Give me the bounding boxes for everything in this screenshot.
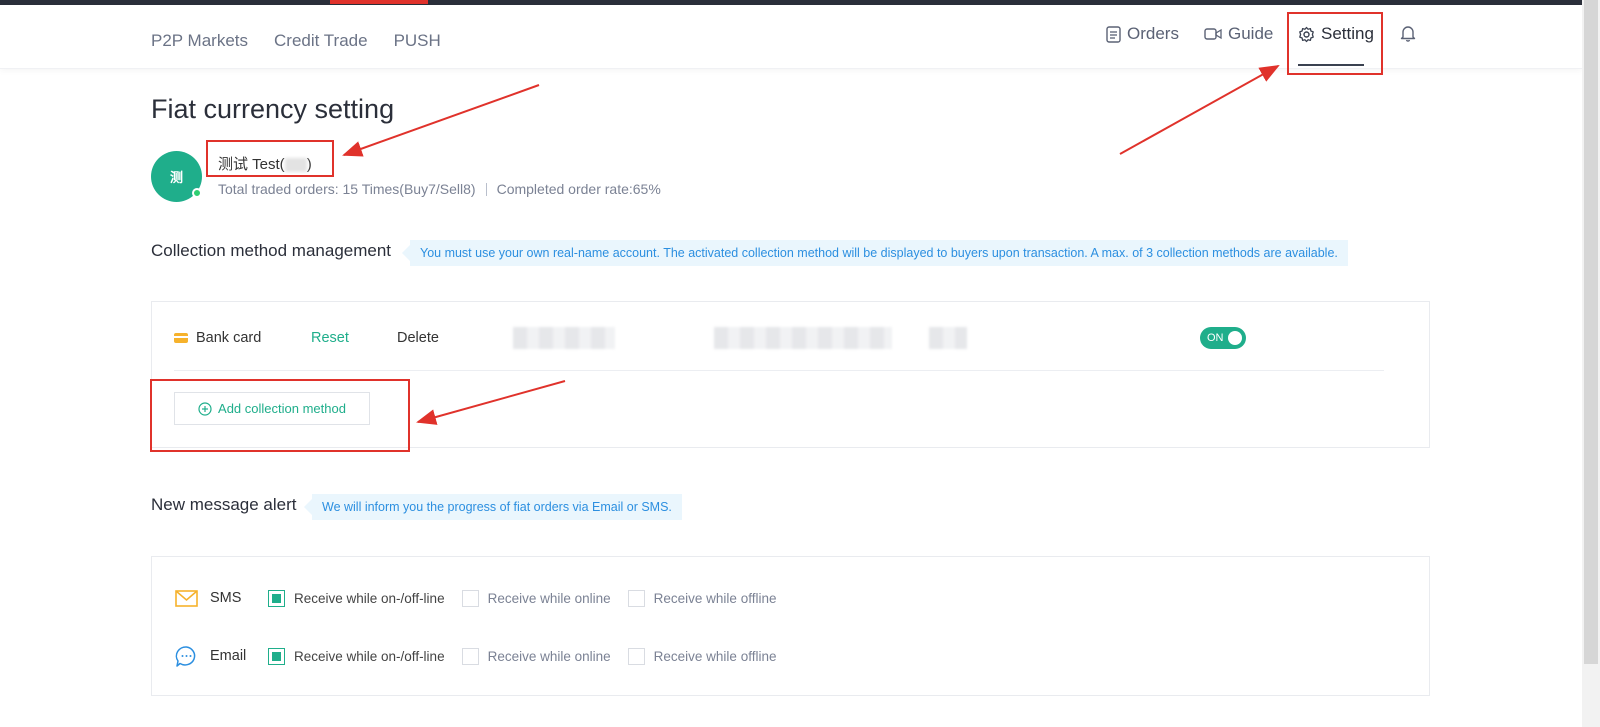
- alerts-section-title: New message alert: [151, 495, 297, 514]
- nav-left-links: P2P Markets Credit Trade PUSH: [151, 31, 441, 51]
- sms-option-always[interactable]: Receive while on-/off-line: [268, 589, 445, 607]
- checkbox-unchecked[interactable]: [627, 647, 645, 665]
- checkbox-unchecked[interactable]: [461, 647, 479, 665]
- page-title: Fiat currency setting: [151, 94, 395, 124]
- scrollbar-thumb[interactable]: [1584, 0, 1598, 664]
- option-label: Receive while on-/off-line: [294, 590, 445, 606]
- sms-label: SMS: [210, 590, 242, 606]
- notifications-bell[interactable]: [1400, 24, 1416, 42]
- chat-bubble-icon: [175, 645, 196, 667]
- option-label: Receive while on-/off-line: [294, 648, 445, 664]
- bell-icon: [1400, 26, 1416, 42]
- alerts-tip: We will inform you the progress of fiat …: [304, 494, 682, 520]
- nav-orders[interactable]: Orders: [1106, 24, 1179, 44]
- option-label: Receive while online: [487, 648, 611, 664]
- toggle-label: ON: [1207, 332, 1224, 344]
- annotation-box-username: [206, 140, 334, 177]
- sms-option-online[interactable]: Receive while online: [461, 589, 611, 607]
- redacted-bank: [929, 327, 967, 349]
- nav-p2p-markets[interactable]: P2P Markets: [151, 31, 248, 51]
- completion-rate: Completed order rate:65%: [496, 181, 661, 197]
- vertical-scrollbar[interactable]: [1582, 0, 1600, 727]
- redacted-account-name: [513, 327, 615, 349]
- bank-card-icon: [174, 333, 188, 343]
- option-label: Receive while online: [487, 590, 611, 606]
- total-orders: Total traded orders: 15 Times(Buy7/Sell8…: [218, 181, 476, 197]
- sms-alert-row: SMS Receive while on-/off-line Receive w…: [175, 585, 793, 611]
- nav-guide[interactable]: Guide: [1204, 24, 1273, 44]
- delete-button[interactable]: Delete: [397, 330, 439, 346]
- video-icon: [1204, 28, 1222, 40]
- option-label: Receive while offline: [653, 590, 777, 606]
- arrow-to-setting: [1119, 65, 1280, 155]
- checkbox-checked[interactable]: [268, 589, 285, 607]
- checkbox-checked[interactable]: [268, 647, 285, 665]
- email-label: Email: [210, 648, 247, 664]
- nav-credit-trade[interactable]: Credit Trade: [274, 31, 368, 51]
- annotation-box-setting: [1287, 12, 1383, 75]
- top-bar-marker: [330, 0, 428, 4]
- nav-orders-label: Orders: [1127, 24, 1179, 43]
- method-name: Bank card: [196, 330, 262, 346]
- stats-divider: [485, 182, 487, 196]
- nav-guide-label: Guide: [1228, 24, 1274, 43]
- checkbox-unchecked[interactable]: [627, 589, 645, 607]
- email-option-online[interactable]: Receive while online: [461, 647, 611, 665]
- reset-button[interactable]: Reset: [311, 330, 397, 346]
- redacted-account-number: [714, 327, 892, 349]
- avatar: 测: [151, 151, 202, 202]
- orders-icon: [1106, 25, 1121, 43]
- nav-push[interactable]: PUSH: [394, 31, 441, 51]
- method-toggle[interactable]: ON: [1200, 327, 1246, 349]
- user-stats: Total traded orders: 15 Times(Buy7/Sell8…: [218, 181, 661, 197]
- alerts-card: SMS Receive while on-/off-line Receive w…: [151, 556, 1430, 696]
- envelope-icon: [175, 589, 198, 607]
- avatar-initial: 测: [169, 170, 183, 185]
- card-divider: [174, 370, 1384, 371]
- email-option-offline[interactable]: Receive while offline: [627, 647, 777, 665]
- checkbox-unchecked[interactable]: [461, 589, 479, 607]
- option-label: Receive while offline: [653, 648, 777, 664]
- online-status-dot: [192, 188, 202, 198]
- email-alert-row: Email Receive while on-/off-line Receive…: [175, 643, 793, 669]
- email-option-always[interactable]: Receive while on-/off-line: [268, 647, 445, 665]
- toggle-knob: [1228, 331, 1242, 345]
- sms-option-offline[interactable]: Receive while offline: [627, 589, 777, 607]
- annotation-box-add-method: [150, 379, 410, 452]
- collection-section-title: Collection method management: [151, 241, 392, 260]
- collection-tip: You must use your own real-name account.…: [402, 240, 1348, 266]
- collection-method-row: Bank card Reset Delete ON: [174, 325, 1384, 351]
